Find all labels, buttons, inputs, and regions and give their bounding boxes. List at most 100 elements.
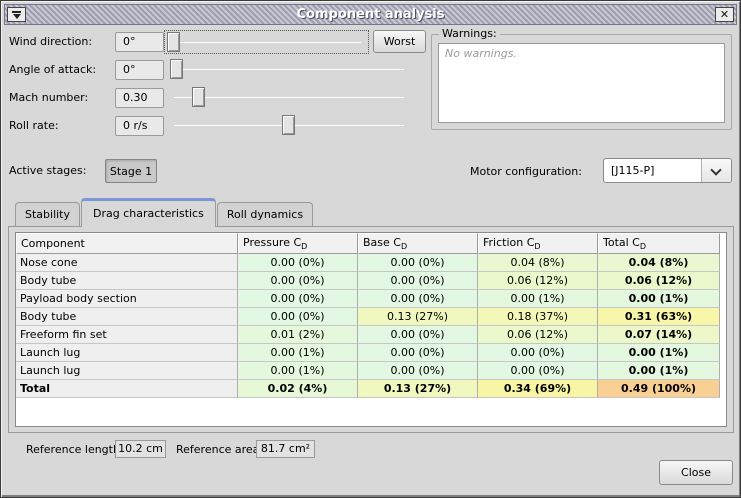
close-icon: ✕ bbox=[720, 8, 729, 21]
slider-track bbox=[174, 69, 404, 70]
value-cell: 0.00 (0%) bbox=[238, 308, 358, 326]
chevron-down-icon bbox=[710, 164, 721, 175]
table-row: Launch lug0.00 (1%)0.00 (0%)0.00 (0%)0.0… bbox=[16, 344, 720, 362]
tab-stability[interactable]: Stability bbox=[15, 202, 80, 227]
drag-characteristics-panel: ComponentPressure CDBase CDFriction CDTo… bbox=[8, 226, 734, 433]
value-cell: 0.06 (12%) bbox=[478, 326, 598, 344]
window-title: Component analysis bbox=[5, 7, 736, 22]
roll-rate-slider[interactable] bbox=[168, 114, 411, 138]
column-header-friction-c[interactable]: Friction CD bbox=[478, 233, 598, 254]
value-cell: 0.00 (0%) bbox=[478, 344, 598, 362]
roll-rate-label: Roll rate: bbox=[9, 114, 59, 138]
table-row: Launch lug0.00 (1%)0.00 (0%)0.00 (0%)0.0… bbox=[16, 362, 720, 380]
table-row: Total0.02 (4%)0.13 (27%)0.34 (69%)0.49 (… bbox=[16, 380, 720, 398]
warnings-title: Warnings: bbox=[439, 27, 500, 40]
table-row: Body tube0.00 (0%)0.00 (0%)0.06 (12%)0.0… bbox=[16, 272, 720, 290]
slider-track bbox=[171, 42, 361, 43]
value-cell: 0.06 (12%) bbox=[598, 272, 720, 290]
component-cell: Launch lug bbox=[16, 362, 238, 380]
component-cell: Freeform fin set bbox=[16, 326, 238, 344]
value-cell: 0.00 (0%) bbox=[358, 362, 478, 380]
component-analysis-dialog: Component analysis ✕ Wind direction: 0° Wo… bbox=[0, 0, 741, 498]
value-cell: 0.07 (14%) bbox=[598, 326, 720, 344]
close-button[interactable]: Close bbox=[659, 460, 733, 485]
tab-drag-characteristics[interactable]: Drag characteristics bbox=[81, 198, 216, 227]
warnings-group: Warnings: No warnings. bbox=[431, 34, 732, 130]
mach-number-value-field[interactable]: 0.30 bbox=[115, 88, 164, 108]
column-header-component[interactable]: Component bbox=[16, 233, 238, 254]
mach-number-slider-thumb[interactable] bbox=[192, 87, 205, 107]
column-header-base-c[interactable]: Base CD bbox=[358, 233, 478, 254]
value-cell: 0.00 (0%) bbox=[358, 254, 478, 272]
column-header-total-c[interactable]: Total CD bbox=[598, 233, 720, 254]
component-cell: Launch lug bbox=[16, 344, 238, 362]
value-cell: 0.00 (0%) bbox=[358, 290, 478, 308]
value-cell: 0.00 (1%) bbox=[598, 290, 720, 308]
value-cell: 0.02 (4%) bbox=[238, 380, 358, 398]
value-cell: 0.00 (0%) bbox=[238, 272, 358, 290]
column-header-pressure-c[interactable]: Pressure CD bbox=[238, 233, 358, 254]
mach-number-label: Mach number: bbox=[9, 86, 88, 110]
table-row: Nose cone0.00 (0%)0.00 (0%)0.04 (8%)0.04… bbox=[16, 254, 720, 272]
component-cell: Body tube bbox=[16, 272, 238, 290]
reference-length-label: Reference length: bbox=[26, 441, 124, 459]
value-cell: 0.00 (1%) bbox=[478, 290, 598, 308]
mach-number-slider[interactable] bbox=[168, 86, 411, 110]
component-cell: Nose cone bbox=[16, 254, 238, 272]
worst-button[interactable]: Worst bbox=[373, 30, 426, 53]
value-cell: 0.18 (37%) bbox=[478, 308, 598, 326]
slider-track bbox=[174, 97, 404, 98]
value-cell: 0.31 (63%) bbox=[598, 308, 720, 326]
component-cell: Body tube bbox=[16, 308, 238, 326]
stage-toggle-button[interactable]: Stage 1 bbox=[105, 159, 157, 183]
angle-of-attack-slider-thumb[interactable] bbox=[170, 59, 183, 79]
wind-direction-slider-thumb[interactable] bbox=[167, 32, 180, 52]
wind-direction-value-field[interactable]: 0° bbox=[115, 32, 164, 52]
value-cell: 0.00 (0%) bbox=[478, 362, 598, 380]
reference-area-value: 81.7 cm² bbox=[256, 440, 315, 458]
wind-direction-label: Wind direction: bbox=[9, 30, 92, 54]
value-cell: 0.00 (1%) bbox=[598, 344, 720, 362]
reference-length-value: 10.2 cm bbox=[115, 440, 166, 458]
value-cell: 0.01 (2%) bbox=[238, 326, 358, 344]
active-stages-label: Active stages: bbox=[9, 159, 87, 183]
drag-table: ComponentPressure CDBase CDFriction CDTo… bbox=[16, 233, 720, 398]
roll-rate-value-field[interactable]: 0 r/s bbox=[115, 116, 164, 136]
motor-configuration-select[interactable]: [J115-P] bbox=[603, 158, 732, 183]
analysis-tabs: StabilityDrag characteristicsRoll dynami… bbox=[15, 198, 314, 227]
value-cell: 0.13 (27%) bbox=[358, 380, 478, 398]
combo-dropdown-button[interactable] bbox=[701, 159, 731, 182]
value-cell: 0.00 (0%) bbox=[238, 290, 358, 308]
motor-configuration-value: [J115-P] bbox=[611, 159, 654, 182]
component-cell: Payload body section bbox=[16, 290, 238, 308]
table-row: Body tube0.00 (0%)0.13 (27%)0.18 (37%)0.… bbox=[16, 308, 720, 326]
value-cell: 0.49 (100%) bbox=[598, 380, 720, 398]
angle-of-attack-value-field[interactable]: 0° bbox=[115, 60, 164, 80]
angle-of-attack-label: Angle of attack: bbox=[9, 58, 96, 82]
angle-of-attack-slider[interactable] bbox=[168, 58, 411, 82]
value-cell: 0.04 (8%) bbox=[598, 254, 720, 272]
drag-table-container: ComponentPressure CDBase CDFriction CDTo… bbox=[15, 232, 727, 427]
roll-rate-slider-thumb[interactable] bbox=[282, 115, 295, 135]
table-row: Freeform fin set0.01 (2%)0.00 (0%)0.06 (… bbox=[16, 326, 720, 344]
table-row: Payload body section0.00 (0%)0.00 (0%)0.… bbox=[16, 290, 720, 308]
value-cell: 0.13 (27%) bbox=[358, 308, 478, 326]
value-cell: 0.00 (1%) bbox=[238, 362, 358, 380]
component-cell: Total bbox=[16, 380, 238, 398]
tab-roll-dynamics[interactable]: Roll dynamics bbox=[217, 202, 313, 227]
value-cell: 0.00 (1%) bbox=[238, 344, 358, 362]
wind-direction-slider[interactable] bbox=[164, 30, 369, 54]
title-bar[interactable]: Component analysis ✕ bbox=[4, 4, 737, 25]
value-cell: 0.00 (0%) bbox=[358, 326, 478, 344]
value-cell: 0.00 (0%) bbox=[358, 344, 478, 362]
value-cell: 0.04 (8%) bbox=[478, 254, 598, 272]
value-cell: 0.00 (0%) bbox=[238, 254, 358, 272]
close-window-button[interactable]: ✕ bbox=[715, 7, 734, 22]
value-cell: 0.00 (0%) bbox=[358, 272, 478, 290]
reference-area-label: Reference area: bbox=[176, 441, 263, 459]
value-cell: 0.34 (69%) bbox=[478, 380, 598, 398]
value-cell: 0.00 (1%) bbox=[598, 362, 720, 380]
value-cell: 0.06 (12%) bbox=[478, 272, 598, 290]
motor-configuration-label: Motor configuration: bbox=[470, 159, 582, 184]
warnings-list: No warnings. bbox=[438, 43, 725, 123]
